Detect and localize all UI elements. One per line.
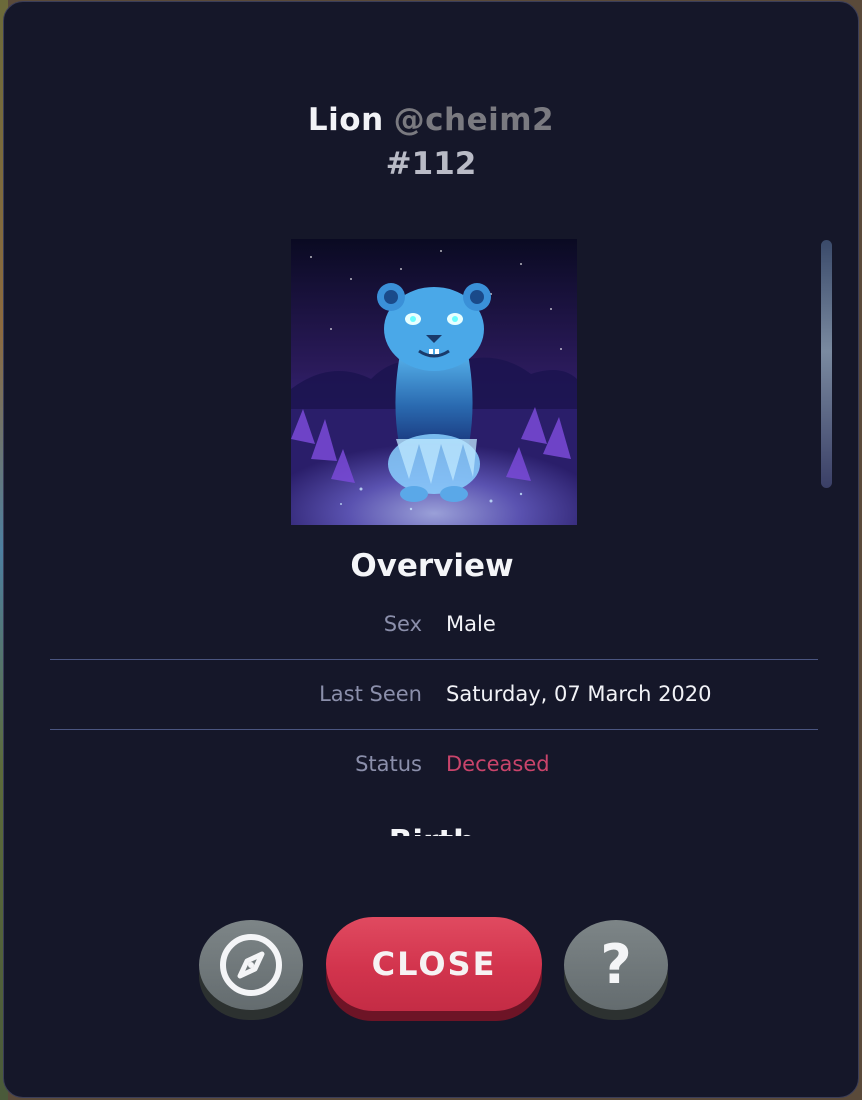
compass-icon [220, 934, 282, 996]
button-face [199, 920, 303, 1010]
compass-button[interactable] [199, 920, 303, 1020]
close-button-label: CLOSE [371, 945, 497, 983]
detail-label: Last Seen [319, 682, 422, 706]
owner-handle[interactable]: @cheim2 [394, 102, 554, 138]
detail-value: Saturday, 07 March 2020 [446, 682, 712, 706]
detail-row-status: Status Deceased [50, 742, 818, 812]
detail-label: Status [355, 752, 422, 776]
overview-heading: Overview [350, 548, 514, 584]
scrollbar-thumb[interactable] [821, 240, 832, 488]
button-face: CLOSE [326, 917, 542, 1011]
creature-portrait [291, 239, 577, 525]
creature-name: Lion [307, 102, 384, 138]
detail-row-sex: Sex Male [50, 602, 818, 672]
detail-row-last-seen: Last Seen Saturday, 07 March 2020 [50, 672, 818, 742]
creature-number: #112 [385, 146, 477, 182]
status-value: Deceased [446, 752, 550, 776]
question-icon: ? [600, 933, 632, 996]
row-divider [50, 729, 818, 730]
modal-title: Lion @cheim2 [4, 102, 858, 138]
creature-detail-modal: Lion @cheim2 #112 Overview Sex Male Last… [3, 1, 859, 1098]
close-button[interactable]: CLOSE [326, 917, 542, 1021]
birth-heading: Birth [4, 822, 858, 836]
help-button[interactable]: ? [564, 920, 668, 1020]
row-divider [50, 659, 818, 660]
detail-label: Sex [383, 612, 422, 636]
button-face: ? [564, 920, 668, 1010]
detail-value: Male [446, 612, 496, 636]
details-scroll-area[interactable]: Overview Sex Male Last Seen Saturday, 07… [4, 202, 858, 838]
